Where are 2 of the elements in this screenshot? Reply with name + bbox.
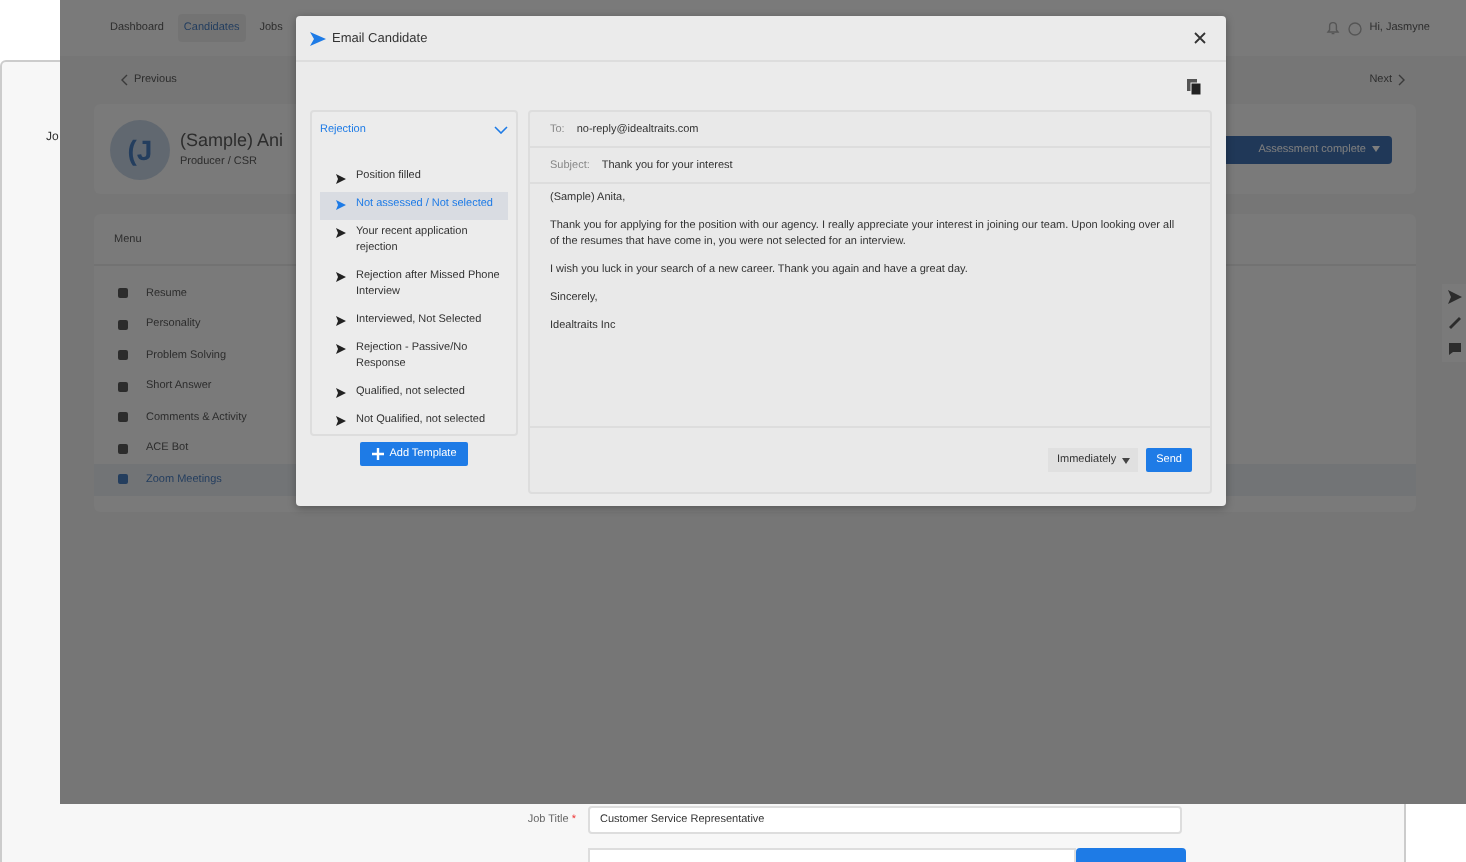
candidate-name: (Sample) Ani [180, 130, 284, 150]
avatar: (J [110, 119, 170, 179]
